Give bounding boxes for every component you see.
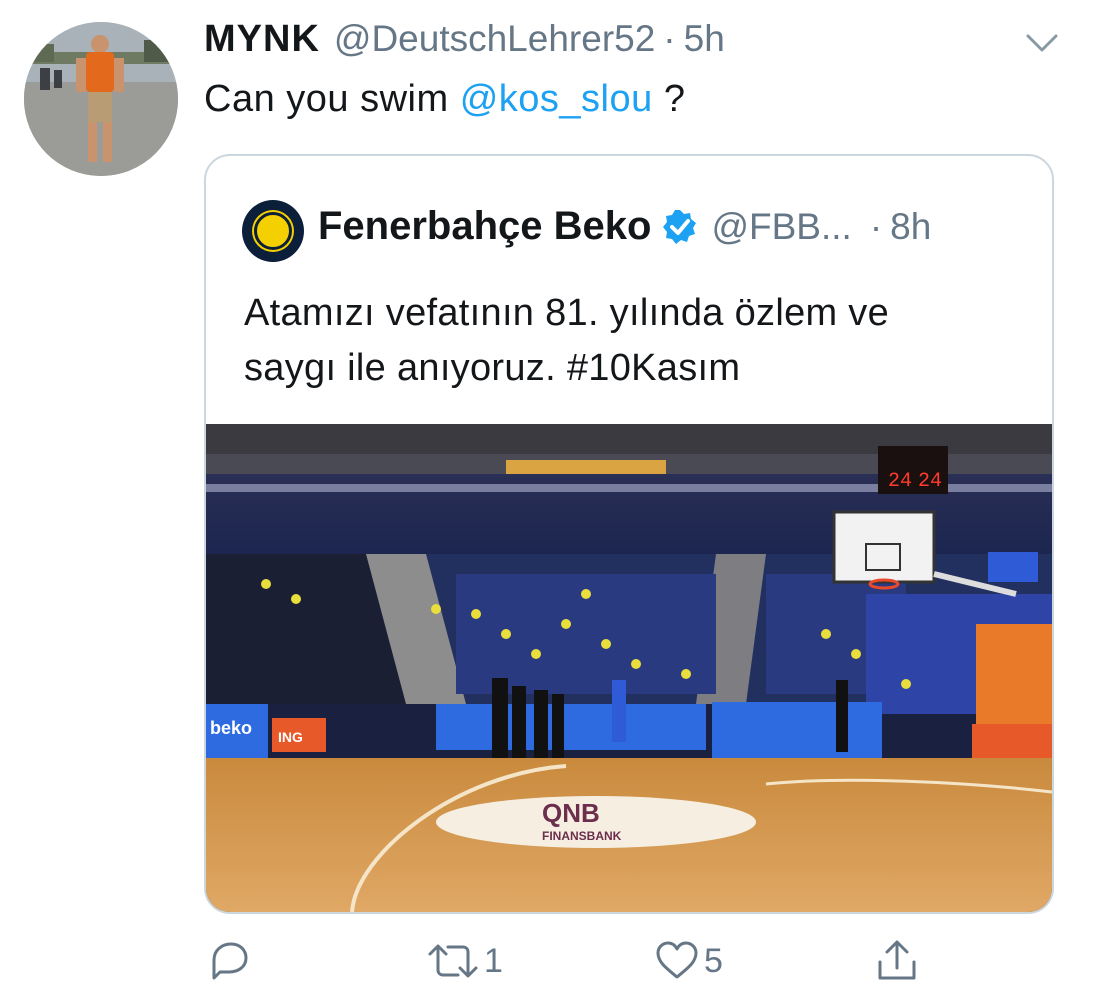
quoted-tweet-timestamp: 8h <box>890 205 932 247</box>
retweet-button[interactable]: 1 <box>426 936 503 986</box>
mention-link[interactable]: @kos_slou <box>460 78 653 120</box>
scoreboard-right: 24 <box>918 470 942 493</box>
verified-badge-icon <box>661 208 699 246</box>
quoted-tweet-text: Atamızı vefatının 81. yılında özlem ve s… <box>244 286 1034 396</box>
author-display-name[interactable]: MYNK <box>204 18 320 61</box>
reply-button[interactable] <box>206 936 256 986</box>
reply-icon <box>206 938 252 984</box>
quoted-author-handle: @FBB... <box>711 205 852 247</box>
tweet-text-before: Can you swim <box>204 78 460 120</box>
quoted-tweet-card[interactable]: Fenerbahçe Beko @FBB... · 8h Atamızı vef… <box>204 154 1054 914</box>
retweet-icon <box>426 938 480 984</box>
header-separator: · <box>663 18 676 59</box>
author-handle[interactable]: @DeutschLehrer52 <box>334 18 655 60</box>
quoted-tweet-header: Fenerbahçe Beko @FBB... · 8h <box>318 204 931 249</box>
sponsor-text: ING <box>278 729 303 745</box>
tweet-header: MYNK @DeutschLehrer52 · 5h <box>204 18 725 68</box>
scoreboard-left: 24 <box>888 470 912 493</box>
court-logo-sub: FINANSBANK <box>542 829 622 843</box>
club-logo-icon <box>254 212 292 250</box>
quoted-author-display-name: Fenerbahçe Beko <box>318 204 652 248</box>
court-logo: QNB <box>542 798 600 828</box>
tweet-timestamp[interactable]: 5h <box>684 18 725 60</box>
chevron-down-icon[interactable] <box>1024 30 1060 56</box>
tweet-action-bar: 1 5 <box>0 936 1100 986</box>
quoted-header-separator: · <box>869 205 883 247</box>
share-icon <box>874 938 920 984</box>
quoted-tweet-media[interactable]: 24 24 beko ING QNB FINANSBANK <box>206 424 1052 912</box>
quoted-text-line: saygı ile anıyoruz. #10Kasım <box>244 347 741 389</box>
author-avatar[interactable] <box>24 22 178 176</box>
ad-board-text: beko <box>210 718 252 738</box>
like-button[interactable]: 5 <box>654 936 723 986</box>
tweet-text-after: ? <box>652 78 686 120</box>
quoted-text-line: Atamızı vefatının 81. yılında özlem ve <box>244 292 890 334</box>
tweet-text: Can you swim @kos_slou ? <box>204 78 685 121</box>
quoted-author-avatar <box>242 200 304 262</box>
share-button[interactable] <box>874 936 920 986</box>
like-count: 5 <box>704 941 723 980</box>
heart-icon <box>654 938 700 984</box>
retweet-count: 1 <box>484 941 503 980</box>
